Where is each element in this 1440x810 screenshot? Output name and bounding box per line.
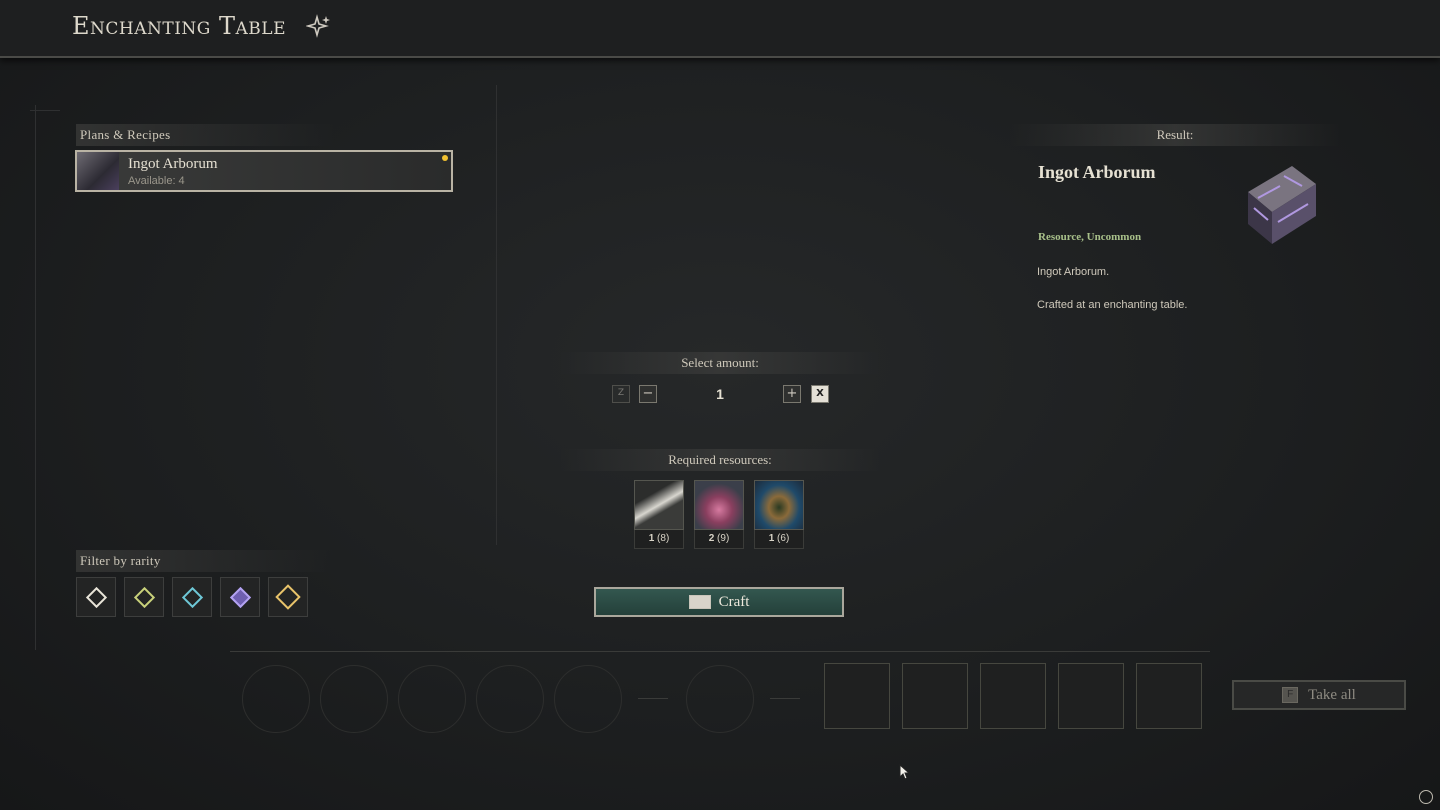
resource-count: 2 (9) bbox=[694, 530, 744, 549]
min-amount-key[interactable]: Z bbox=[612, 385, 630, 403]
output-slot-4[interactable] bbox=[1058, 663, 1124, 729]
decrease-amount-button[interactable]: − bbox=[639, 385, 657, 403]
left-panel-border bbox=[35, 105, 36, 650]
catalyst-slot-3[interactable] bbox=[398, 665, 466, 733]
catalyst-slot-5[interactable] bbox=[554, 665, 622, 733]
rarity-filter-uncommon[interactable] bbox=[124, 577, 164, 617]
left-panel-border-top bbox=[30, 110, 60, 111]
craft-button[interactable]: Craft bbox=[594, 587, 844, 617]
epic-rarity-icon bbox=[229, 586, 251, 608]
ingot-thumbnail bbox=[77, 152, 119, 190]
new-indicator-dot bbox=[442, 155, 448, 161]
required-resources-label: Required resources: bbox=[560, 449, 880, 471]
catalyst-slot-1[interactable] bbox=[242, 665, 310, 733]
ingot-arborum-icon bbox=[1248, 166, 1316, 244]
blade-resource-icon bbox=[634, 480, 684, 530]
select-amount-label: Select amount: bbox=[560, 352, 880, 374]
rarity-filter-legendary[interactable] bbox=[268, 577, 308, 617]
title-bar: Enchanting Table bbox=[0, 0, 1440, 58]
recipe-name: Ingot Arborum bbox=[128, 156, 218, 172]
result-description-1: Ingot Arborum. bbox=[1037, 266, 1110, 278]
plans-recipes-label: Plans & Recipes bbox=[76, 124, 334, 146]
resource-count: 1 (8) bbox=[634, 530, 684, 549]
take-all-label: Take all bbox=[1308, 686, 1356, 703]
window-title: Enchanting Table bbox=[72, 12, 286, 40]
output-slot-1[interactable] bbox=[824, 663, 890, 729]
rare-rarity-icon bbox=[181, 586, 203, 608]
sparkle-icon bbox=[306, 14, 330, 38]
slot-connector bbox=[770, 698, 800, 699]
legendary-rarity-icon bbox=[275, 584, 301, 610]
craft-label: Craft bbox=[718, 593, 750, 610]
common-rarity-icon bbox=[85, 586, 107, 608]
recipe-available: Available: 4 bbox=[128, 175, 185, 187]
crystal-resource-icon bbox=[694, 480, 744, 530]
catalyst-slot-2[interactable] bbox=[320, 665, 388, 733]
resource-slot-1[interactable]: 1 (8) bbox=[634, 480, 684, 550]
filter-rarity-label: Filter by rarity bbox=[76, 550, 334, 572]
rarity-filter-rare[interactable] bbox=[172, 577, 212, 617]
max-amount-key[interactable]: X bbox=[811, 385, 829, 403]
catalyst-slot-6[interactable] bbox=[686, 665, 754, 733]
rarity-filter-epic[interactable] bbox=[220, 577, 260, 617]
output-slot-2[interactable] bbox=[902, 663, 968, 729]
settings-corner-icon[interactable] bbox=[1419, 790, 1433, 804]
catalyst-slot-4[interactable] bbox=[476, 665, 544, 733]
slot-connector bbox=[638, 698, 668, 699]
take-all-button[interactable]: F Take all bbox=[1232, 680, 1406, 710]
increase-amount-button[interactable]: + bbox=[783, 385, 801, 403]
resource-slot-2[interactable]: 2 (9) bbox=[694, 480, 744, 550]
output-slot-5[interactable] bbox=[1136, 663, 1202, 729]
output-slot-3[interactable] bbox=[980, 663, 1046, 729]
spacebar-key-icon bbox=[688, 595, 711, 609]
result-description-2: Crafted at an enchanting table. bbox=[1037, 299, 1188, 311]
recipe-item-ingot-arborum[interactable]: Ingot Arborum Available: 4 bbox=[75, 150, 453, 192]
resource-slot-3[interactable]: 1 (6) bbox=[754, 480, 804, 550]
ring-resource-icon bbox=[754, 480, 804, 530]
mouse-cursor-icon bbox=[899, 764, 911, 780]
result-label: Result: bbox=[1010, 124, 1340, 146]
result-item-type: Resource, Uncommon bbox=[1038, 231, 1142, 243]
amount-value[interactable]: 1 bbox=[700, 386, 740, 402]
rarity-filter-common[interactable] bbox=[76, 577, 116, 617]
uncommon-rarity-icon bbox=[133, 586, 155, 608]
f-key-icon: F bbox=[1282, 687, 1299, 703]
bottom-divider bbox=[230, 651, 1210, 652]
resource-count: 1 (6) bbox=[754, 530, 804, 549]
result-item-name: Ingot Arborum bbox=[1038, 162, 1156, 182]
center-panel-border bbox=[496, 85, 497, 545]
